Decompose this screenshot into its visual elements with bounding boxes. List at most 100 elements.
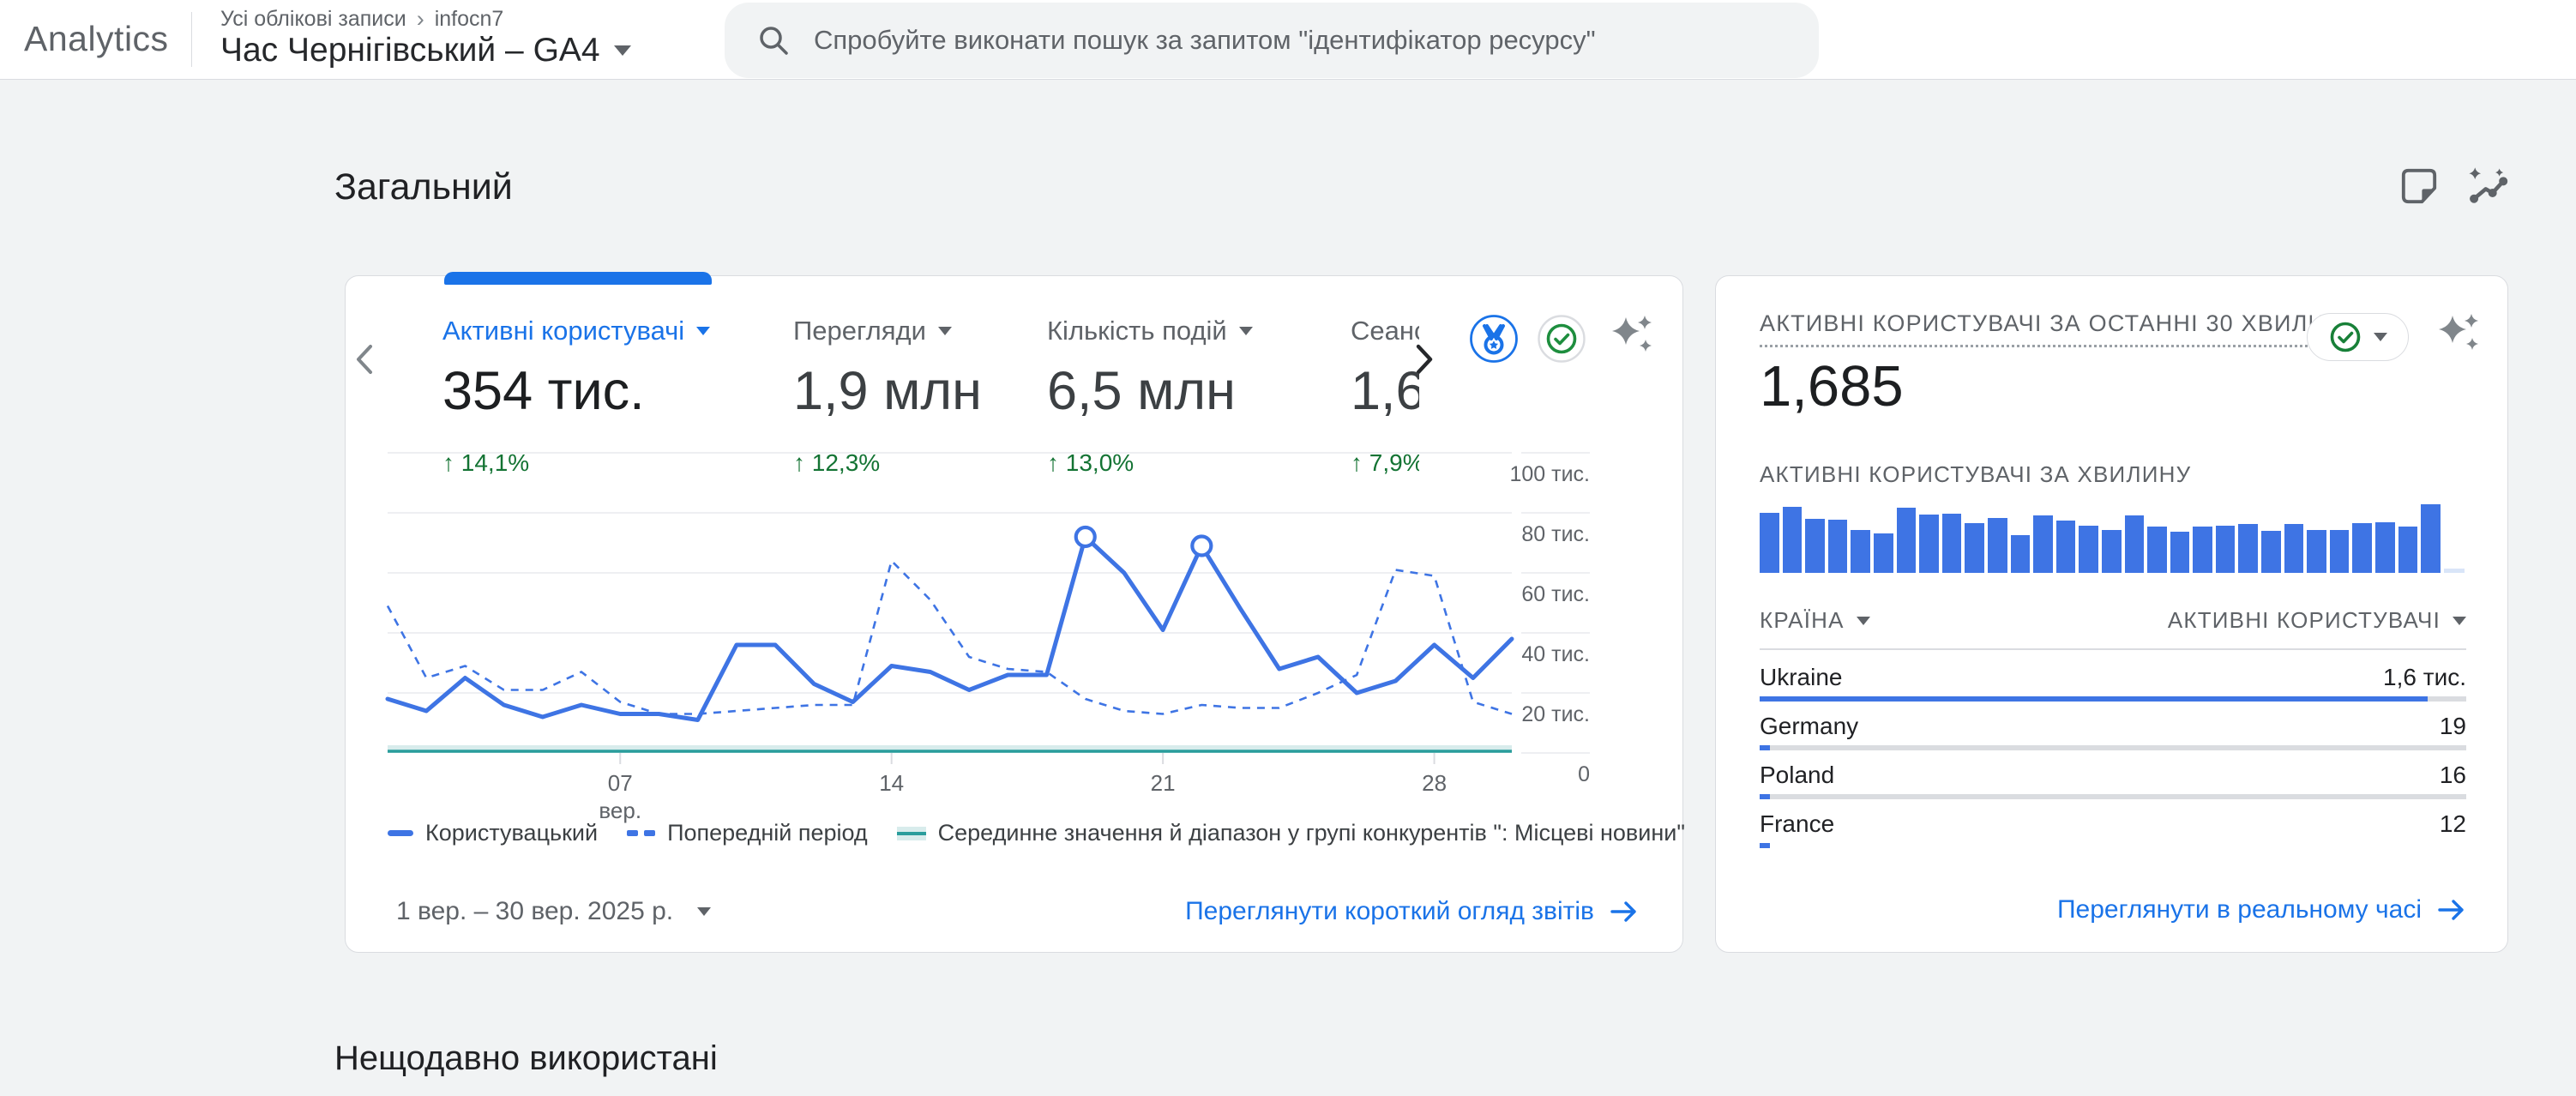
check-circle-icon <box>2329 321 2362 353</box>
country-bar <box>1760 794 2466 799</box>
country-name: Ukraine <box>1760 664 1842 691</box>
view-realtime-label: Переглянути в реальному часі <box>2057 895 2422 924</box>
legend-item: Попередній період <box>627 820 868 846</box>
view-realtime-link[interactable]: Переглянути в реальному часі <box>2057 895 2466 924</box>
minute-bar <box>2011 535 2031 573</box>
carousel-prev-button[interactable] <box>348 340 384 379</box>
country-bar <box>1760 696 2466 702</box>
legend-item: Користувацький <box>388 820 598 846</box>
breadcrumb-account: infocn7 <box>435 7 504 32</box>
selected-metric-indicator <box>444 272 712 285</box>
chevron-down-icon <box>697 907 711 916</box>
svg-text:14: 14 <box>879 770 904 796</box>
minute-bar <box>1851 530 1870 573</box>
country-name: France <box>1760 810 1834 838</box>
country-row: Poland 16 <box>1760 760 2466 799</box>
legend-label: Серединне значення й діапазон у групі ко… <box>938 820 1685 846</box>
insights-icon[interactable] <box>2466 165 2509 208</box>
country-name: Germany <box>1760 713 1858 740</box>
minute-bar <box>2330 530 2350 573</box>
country-users: 19 <box>2440 713 2466 740</box>
analytics-logo[interactable]: Analytics <box>24 19 169 59</box>
active-users-per-minute-chart <box>1760 501 2466 573</box>
minute-bar <box>1988 518 2007 573</box>
users-column-selector[interactable]: АКТИВНІ КОРИСТУВАЧІ <box>2168 607 2466 634</box>
metric-value: 1,6 млн <box>1351 360 1419 422</box>
date-range-label: 1 вер. – 30 вер. 2025 р. <box>396 897 673 926</box>
arrow-right-icon <box>1610 899 1639 924</box>
breadcrumb[interactable]: Усі облікові записи › infocn7 <box>220 6 503 33</box>
country-column-selector[interactable]: КРАЇНА <box>1760 607 1870 634</box>
country-users: 12 <box>2440 810 2466 838</box>
svg-text:21: 21 <box>1151 770 1176 796</box>
search-bar[interactable] <box>725 3 1819 78</box>
property-title: Час Чернігівський – GA4 <box>220 32 600 69</box>
realtime-table-header: КРАЇНА АКТИВНІ КОРИСТУВАЧІ <box>1760 607 2466 634</box>
benchmarking-medal-icon[interactable] <box>1468 313 1520 364</box>
minute-bar <box>1874 533 1893 573</box>
property-switcher[interactable]: Час Чернігівський – GA4 <box>220 32 631 69</box>
minute-bar-partial <box>2444 569 2465 573</box>
svg-text:07: 07 <box>608 770 633 796</box>
active-users-30min-value: 1,685 <box>1760 353 1904 419</box>
realtime-data-quality-button[interactable] <box>2307 313 2409 361</box>
data-quality-icon[interactable] <box>1537 314 1586 364</box>
per-minute-label: АКТИВНІ КОРИСТУВАЧІ ЗА ХВИЛИНУ <box>1760 461 2191 488</box>
sparkle-insights-icon[interactable] <box>1605 310 1658 364</box>
minute-bar <box>2307 530 2326 573</box>
minute-bar <box>2079 526 2098 573</box>
minute-bar <box>2193 527 2212 573</box>
minute-bar <box>2398 527 2418 573</box>
search-input[interactable] <box>814 25 1757 56</box>
chevron-down-icon <box>938 327 952 335</box>
svg-text:60 тис.: 60 тис. <box>1521 582 1590 606</box>
minute-bar <box>2238 524 2258 573</box>
minute-bar <box>1805 519 1825 573</box>
metric-label-dropdown[interactable]: Перегляди <box>793 316 982 346</box>
country-users: 16 <box>2440 762 2466 789</box>
svg-text:80 тис.: 80 тис. <box>1521 522 1590 546</box>
search-icon <box>755 22 791 58</box>
country-row: Germany 19 <box>1760 711 2466 750</box>
minute-bar <box>1828 520 1848 573</box>
minute-bar <box>2216 526 2236 573</box>
realtime-country-table: Ukraine 1,6 тис. Germany 19 Poland 16 France 12 <box>1760 662 2466 858</box>
minute-bar <box>2352 523 2372 573</box>
recently-used-title: Нещодавно використані <box>334 1039 718 1078</box>
chevron-down-icon <box>1239 327 1253 335</box>
solid-line-swatch <box>388 830 413 836</box>
svg-text:20 тис.: 20 тис. <box>1521 702 1590 726</box>
country-row: France 12 <box>1760 809 2466 848</box>
country-bar <box>1760 745 2466 750</box>
sparkle-insights-icon[interactable] <box>2432 309 2485 362</box>
minute-bar <box>2421 504 2441 573</box>
metric-label-dropdown[interactable]: Сеанси <box>1351 316 1419 346</box>
minute-bar <box>2147 527 2167 573</box>
svg-text:0: 0 <box>1578 762 1590 786</box>
chevron-down-icon <box>1857 617 1870 625</box>
minute-bar <box>2170 532 2190 573</box>
minute-bar <box>2033 515 2053 573</box>
svg-text:28: 28 <box>1422 770 1447 796</box>
date-range-selector[interactable]: 1 вер. – 30 вер. 2025 р. <box>396 897 711 926</box>
minute-bar <box>2284 524 2304 573</box>
view-reports-snapshot-link[interactable]: Переглянути короткий огляд звітів <box>1185 897 1639 926</box>
metric-label-dropdown[interactable]: Активні користувачі <box>442 316 710 346</box>
minute-bar <box>1897 508 1917 573</box>
country-name: Poland <box>1760 762 1834 789</box>
chart-legend: Користувацький Попередній період Серединне… <box>388 820 1685 846</box>
minute-bar <box>1783 507 1803 573</box>
minute-bar <box>2125 515 2145 573</box>
metric-label-dropdown[interactable]: Кількість подій <box>1047 316 1253 346</box>
country-users: 1,6 тис. <box>2383 664 2466 691</box>
arrow-right-icon <box>2437 897 2466 923</box>
chevron-down-icon <box>614 45 631 56</box>
notes-icon[interactable] <box>2398 165 2441 208</box>
legend-label: Користувацький <box>425 820 598 846</box>
chevron-down-icon <box>2453 617 2466 625</box>
dashed-line-swatch <box>627 830 655 836</box>
svg-text:40 тис.: 40 тис. <box>1521 642 1590 666</box>
realtime-title: АКТИВНІ КОРИСТУВАЧІ ЗА ОСТАННІ 30 ХВИЛИН <box>1760 310 2344 347</box>
metric-value: 354 тис. <box>442 360 710 422</box>
legend-item: Серединне значення й діапазон у групі ко… <box>897 820 1685 846</box>
